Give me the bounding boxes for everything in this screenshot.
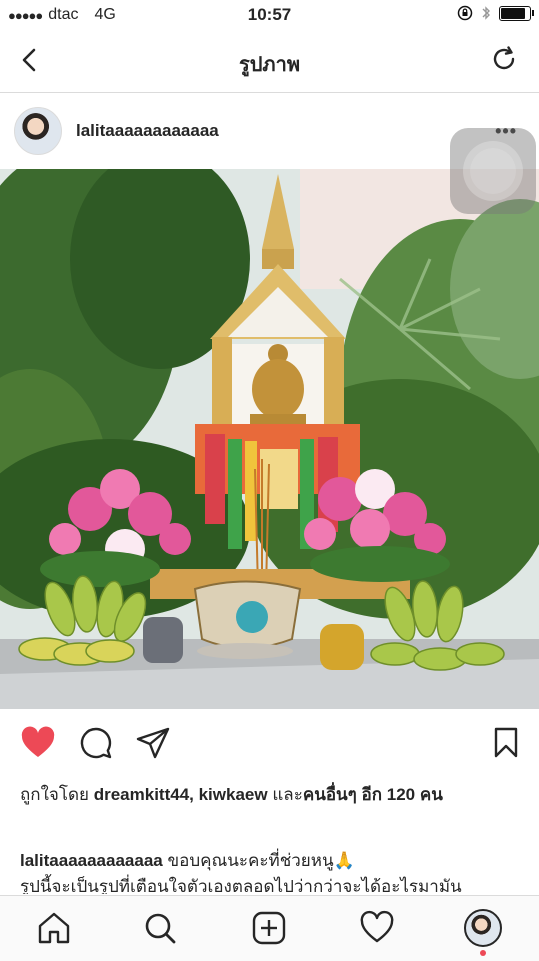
caption-username[interactable]: lalitaaaaaaaaaaaa: [20, 851, 163, 870]
add-post-icon[interactable]: [251, 910, 287, 946]
liked-by-names[interactable]: dreamkitt44, kiwkaew: [94, 785, 268, 804]
post-username[interactable]: lalitaaaaaaaaaaaa: [76, 121, 219, 141]
page-title: รูปภาพ: [238, 54, 301, 76]
post-actions: [0, 726, 539, 766]
status-icons: [457, 5, 534, 21]
post-photo[interactable]: [0, 169, 539, 709]
battery-icon: [499, 5, 534, 21]
profile-notification-dot: [480, 950, 486, 956]
bluetooth-icon: [482, 6, 490, 20]
like-heart-filled-icon[interactable]: [20, 726, 56, 760]
user-avatar[interactable]: [14, 107, 62, 155]
caption-text: ขอบคุณนะคะที่ช่วยหนู🙏: [167, 851, 355, 870]
liked-by-others[interactable]: คนอื่นๆ: [303, 785, 357, 804]
status-bar: ●●●●● dtac 4G 10:57: [0, 0, 539, 30]
assistive-touch-button[interactable]: [450, 128, 536, 214]
caption-text-line2: รูปนี้จะเป็นรูปที่เตือนใจตัวเองตลอดไปว่า…: [20, 877, 462, 894]
shrine-photo-illustration: [0, 169, 539, 709]
refresh-icon[interactable]: [489, 44, 519, 74]
activity-heart-icon[interactable]: [359, 910, 395, 946]
post-caption: lalitaaaaaaaaaaaa ขอบคุณนะคะที่ช่วยหนู🙏 …: [20, 848, 525, 894]
save-bookmark-icon[interactable]: [492, 726, 520, 760]
search-icon[interactable]: [142, 910, 178, 946]
bottom-tab-bar: [0, 895, 539, 961]
home-icon[interactable]: [36, 910, 72, 946]
liked-by-count[interactable]: อีก 120 คน: [362, 785, 443, 804]
share-paper-plane-icon[interactable]: [135, 726, 171, 760]
rotation-lock-icon: [457, 5, 473, 21]
likes-summary[interactable]: ถูกใจโดย dreamkitt44, kiwkaew และคนอื่นๆ…: [20, 782, 520, 808]
liked-by-and: และ: [272, 785, 303, 804]
navigation-bar: รูปภาพ: [0, 30, 539, 93]
liked-by-prefix: ถูกใจโดย: [20, 785, 89, 804]
profile-tab-avatar[interactable]: [464, 909, 502, 947]
comment-icon[interactable]: [79, 726, 113, 760]
